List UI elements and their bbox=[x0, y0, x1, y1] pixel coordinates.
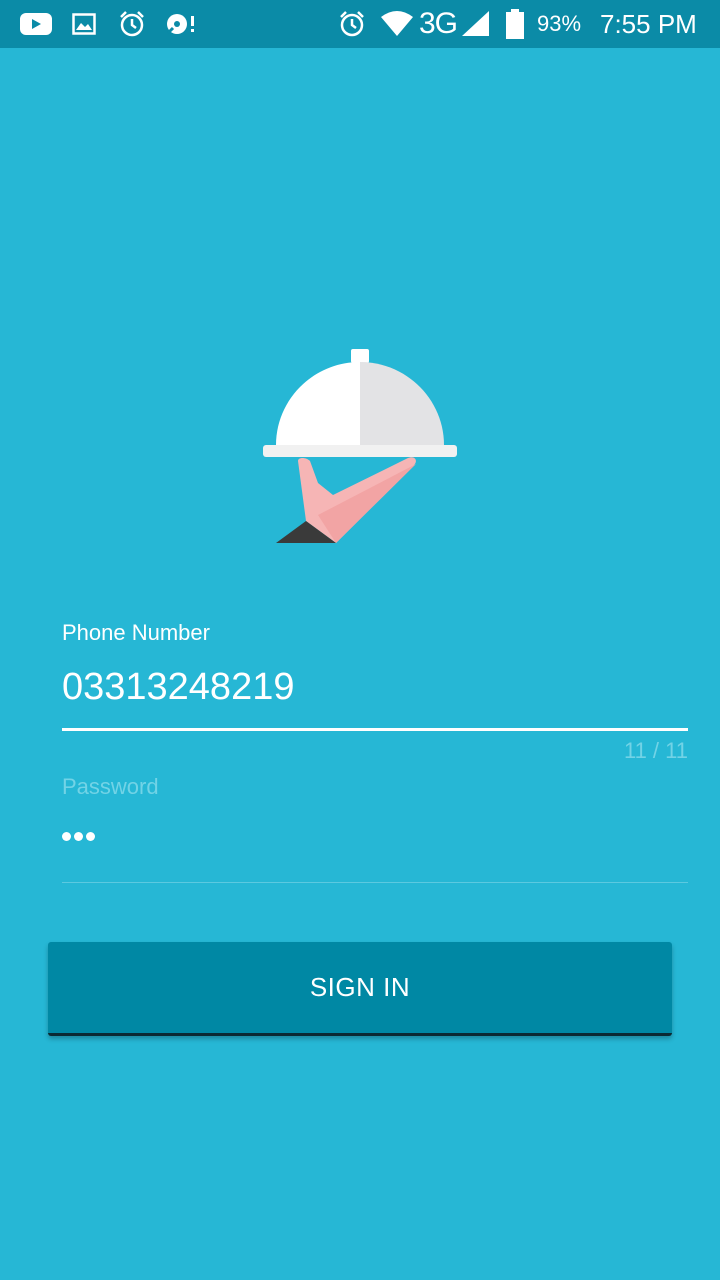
wifi-icon bbox=[380, 0, 414, 48]
youtube-icon bbox=[20, 0, 52, 48]
password-mask-dot bbox=[74, 832, 83, 841]
cell-signal-icon bbox=[462, 0, 490, 48]
battery-icon bbox=[506, 0, 524, 48]
alarm-icon bbox=[118, 0, 146, 48]
password-mask-dot bbox=[86, 832, 95, 841]
phone-number-underline bbox=[62, 728, 688, 731]
network-type: 3G bbox=[419, 7, 458, 40]
disc-alert-icon bbox=[164, 0, 196, 48]
phone-number-label: Phone Number bbox=[62, 620, 210, 645]
status-bar: 3G 93% 7:55 PM bbox=[0, 0, 720, 48]
password-underline bbox=[62, 882, 688, 883]
alarm-icon bbox=[338, 0, 366, 48]
gallery-icon bbox=[72, 0, 96, 48]
status-time: 7:55 PM bbox=[600, 9, 697, 39]
password-mask-dot bbox=[62, 832, 71, 841]
battery-percent: 93% bbox=[537, 11, 582, 36]
password-label: Password bbox=[62, 774, 159, 799]
password-input[interactable] bbox=[62, 832, 95, 841]
serving-cloche-hand-icon bbox=[258, 345, 462, 550]
sign-in-button[interactable]: SIGN IN bbox=[48, 942, 672, 1036]
phone-number-input[interactable] bbox=[62, 664, 688, 710]
phone-character-counter: 11 / 11 bbox=[623, 738, 688, 763]
